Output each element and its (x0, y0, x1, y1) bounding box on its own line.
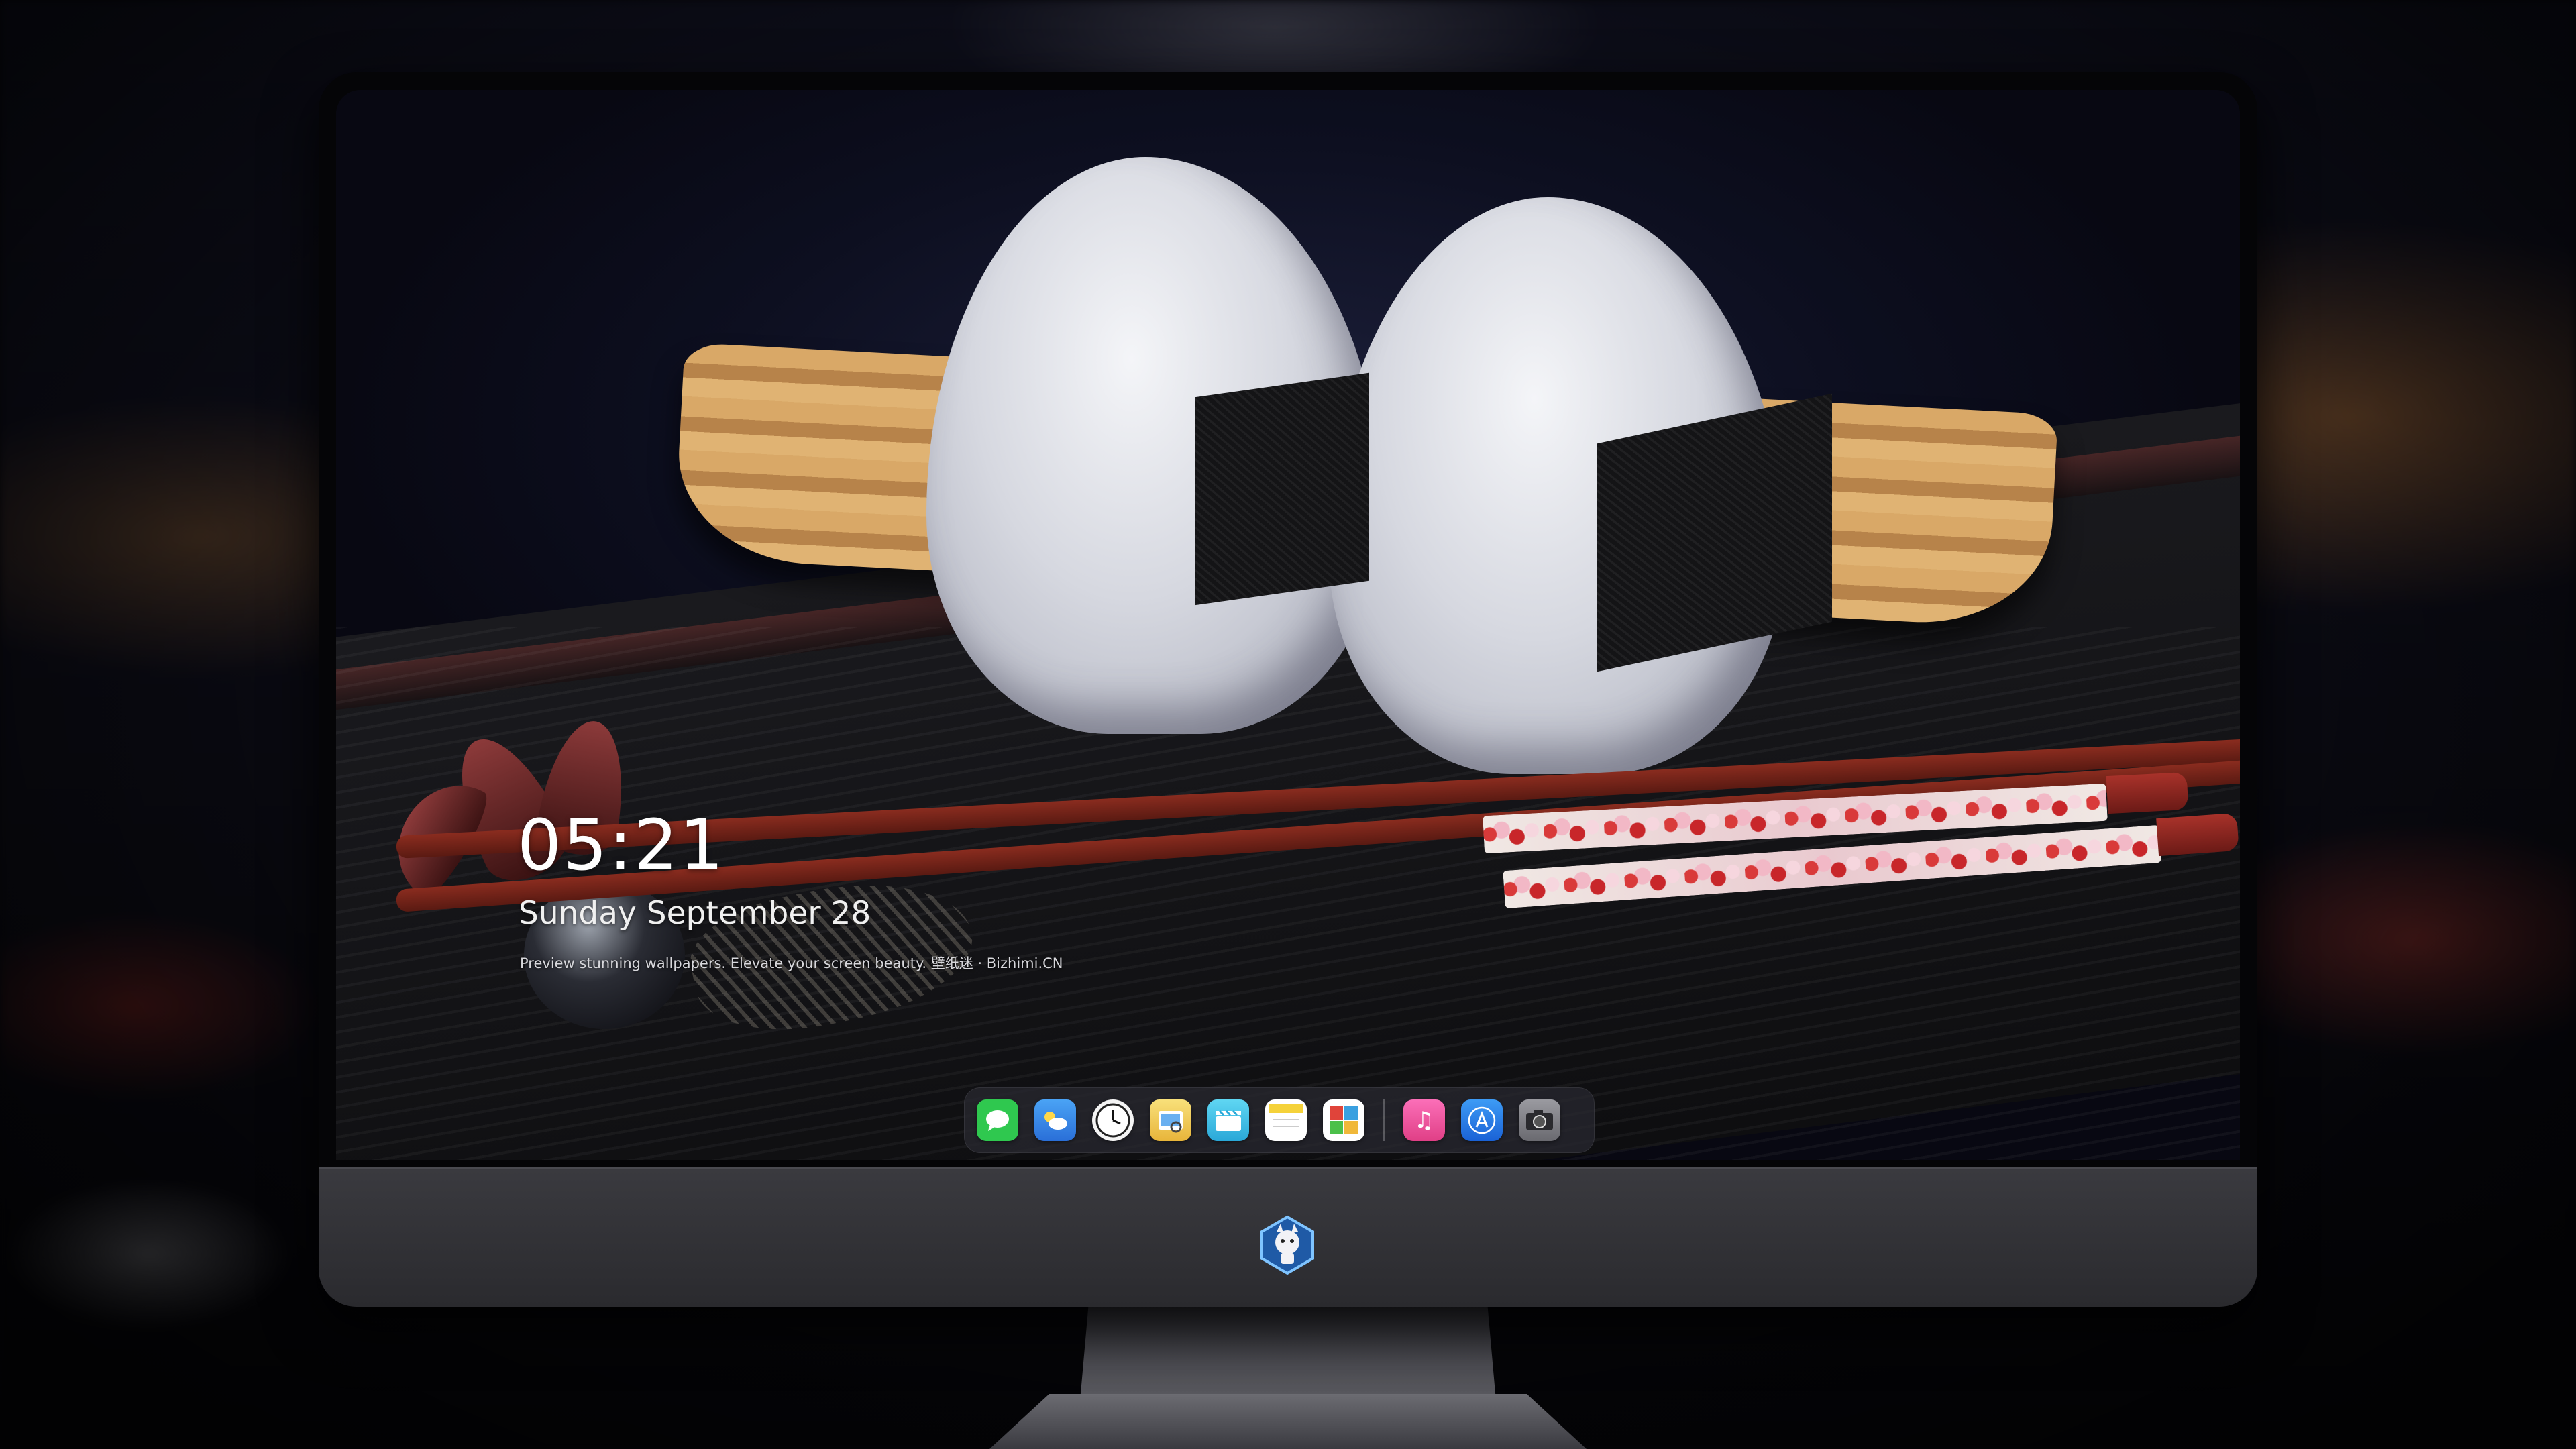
wallpaper-chopstick-tip (2156, 812, 2239, 857)
weather-icon[interactable] (1034, 1099, 1076, 1141)
lock-screen-caption[interactable]: Preview stunning wallpapers. Elevate you… (520, 953, 1063, 973)
clock-icon[interactable] (1092, 1099, 1134, 1141)
monitor: 05:21 Sunday September 28 Preview stunni… (319, 72, 2257, 1307)
screen: 05:21 Sunday September 28 Preview stunni… (336, 90, 2240, 1160)
notes-icon[interactable] (1265, 1099, 1307, 1141)
dock: ♫ (964, 1087, 1595, 1153)
dock-separator (1383, 1099, 1385, 1141)
brand-logo-icon (1256, 1214, 1318, 1276)
wallpaper-chopstick-tip (2106, 771, 2189, 814)
lock-screen-date: Sunday September 28 (519, 895, 871, 932)
monitor-stand-base (989, 1394, 1587, 1449)
camera-icon[interactable] (1519, 1099, 1560, 1141)
app-store-icon[interactable] (1461, 1099, 1503, 1141)
monitor-stand (1080, 1307, 1496, 1401)
music-icon[interactable]: ♫ (1403, 1099, 1445, 1141)
messages-icon[interactable] (977, 1099, 1018, 1141)
clips-icon[interactable] (1208, 1099, 1249, 1141)
wallpaper-nori (1195, 372, 1369, 606)
preview-icon[interactable] (1150, 1099, 1191, 1141)
lock-screen-time: 05:21 (517, 804, 725, 886)
monitor-chin (319, 1167, 2257, 1307)
photo-booth-icon[interactable] (1323, 1099, 1364, 1141)
